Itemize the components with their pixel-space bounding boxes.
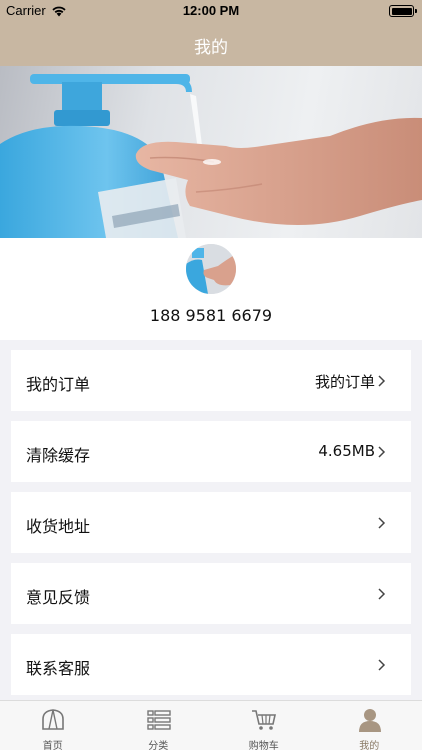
- menu-item-label: 意见反馈: [26, 588, 91, 607]
- phone-number: 188 9581 6679: [149, 306, 273, 325]
- cart-icon: [252, 710, 276, 730]
- avatar-image: [186, 244, 236, 294]
- banner-image: [0, 66, 422, 238]
- menu-item-label: 清除缓存: [26, 446, 91, 465]
- status-time: 12:00 PM: [182, 3, 240, 18]
- cache-size-value: 4.65MB: [318, 442, 375, 460]
- status-bar: Carrier 12:00 PM: [0, 0, 422, 22]
- menu-item-my-orders[interactable]: 我的订单 我的订单: [11, 350, 411, 411]
- menu-item-label: 收货地址: [26, 517, 91, 536]
- tab-category[interactable]: 分类: [106, 701, 212, 750]
- home-icon: [42, 709, 64, 730]
- tab-home[interactable]: 首页: [0, 701, 106, 750]
- navigation-bar: 我的: [0, 22, 422, 66]
- chevron-right-icon: [378, 659, 386, 671]
- user-icon: [358, 709, 381, 732]
- menu-item-label: 我的订单: [26, 375, 91, 394]
- battery-icon: [389, 5, 417, 17]
- avatar[interactable]: [186, 244, 236, 294]
- menu-item-value: 我的订单: [314, 373, 375, 391]
- tab-cart[interactable]: 购物车: [211, 701, 317, 750]
- chevron-right-icon: [378, 446, 386, 458]
- tab-label: 我的: [359, 741, 380, 750]
- page-title: 我的: [194, 38, 228, 58]
- menu-item-label: 联系客服: [26, 659, 91, 678]
- hand-sanitizer-illustration: [0, 74, 422, 238]
- menu-item-shipping-address[interactable]: 收货地址: [11, 492, 411, 553]
- tab-profile[interactable]: 我的: [317, 701, 422, 750]
- tab-label: 分类: [148, 741, 169, 750]
- menu-item-customer-service[interactable]: 联系客服: [11, 634, 411, 695]
- chevron-right-icon: [378, 588, 386, 600]
- profile-section: 188 9581 6679: [0, 238, 422, 340]
- tab-label: 购物车: [248, 741, 279, 750]
- category-icon: [146, 710, 171, 730]
- chevron-right-icon: [378, 517, 386, 529]
- tab-bar: 首页 分类 购物车 我的: [0, 700, 422, 750]
- tab-label: 首页: [42, 741, 63, 750]
- chevron-right-icon: [378, 375, 386, 387]
- menu-item-feedback[interactable]: 意见反馈: [11, 563, 411, 624]
- menu-item-clear-cache[interactable]: 清除缓存 4.65MB: [11, 421, 411, 482]
